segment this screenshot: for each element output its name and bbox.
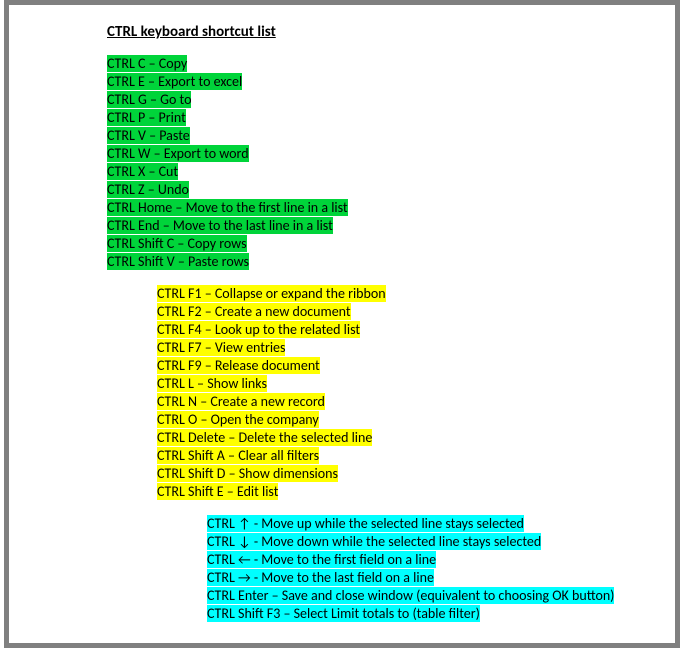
list-item: CTRL L – Show links bbox=[157, 375, 653, 393]
shortcut-group-3: CTRL ↑ - Move up while the selected line… bbox=[207, 515, 653, 623]
shortcut-text: CTRL C – Copy bbox=[107, 55, 187, 72]
shortcut-text: CTRL Shift C – Copy rows bbox=[107, 235, 247, 252]
shortcut-text: CTRL Delete – Delete the selected line bbox=[157, 429, 372, 446]
list-item: CTRL Shift C – Copy rows bbox=[107, 235, 653, 253]
shortcut-text: CTRL Shift D – Show dimensions bbox=[157, 465, 338, 482]
list-item: CTRL Shift F3 – Select Limit totals to (… bbox=[207, 605, 653, 623]
shortcut-text: CTRL End – Move to the last line in a li… bbox=[107, 217, 333, 234]
shortcut-text: CTRL F9 – Release document bbox=[157, 357, 320, 374]
shortcut-text: CTRL F7 – View entries bbox=[157, 339, 285, 356]
shortcut-text: CTRL Shift A – Clear all filters bbox=[157, 447, 319, 464]
shortcut-text: CTRL ← - Move to the first field on a li… bbox=[207, 551, 436, 568]
list-item: CTRL W – Export to word bbox=[107, 145, 653, 163]
shortcut-text: CTRL F2 – Create a new document bbox=[157, 303, 351, 320]
list-item: CTRL G – Go to bbox=[107, 91, 653, 109]
shortcut-text: CTRL Shift F3 – Select Limit totals to (… bbox=[207, 605, 480, 622]
shortcut-text: CTRL O – Open the company bbox=[157, 411, 319, 428]
shortcut-text: CTRL Shift V – Paste rows bbox=[107, 253, 249, 270]
list-item: CTRL X – Cut bbox=[107, 163, 653, 181]
list-item: CTRL F4 – Look up to the related list bbox=[157, 321, 653, 339]
shortcut-text: CTRL V – Paste bbox=[107, 127, 190, 144]
shortcut-list: CTRL C – CopyCTRL E – Export to excelCTR… bbox=[107, 55, 653, 623]
document-frame: CTRL keyboard shortcut list CTRL C – Cop… bbox=[4, 0, 680, 648]
shortcut-text: CTRL X – Cut bbox=[107, 163, 178, 180]
shortcut-text: CTRL E – Export to excel bbox=[107, 73, 242, 90]
list-item: CTRL E – Export to excel bbox=[107, 73, 653, 91]
list-item: CTRL Shift A – Clear all filters bbox=[157, 447, 653, 465]
list-item: CTRL ↑ - Move up while the selected line… bbox=[207, 515, 653, 533]
shortcut-text: CTRL F4 – Look up to the related list bbox=[157, 321, 360, 338]
shortcut-text: CTRL P – Print bbox=[107, 109, 186, 126]
list-item: CTRL ↓ - Move down while the selected li… bbox=[207, 533, 653, 551]
list-item: CTRL Shift V – Paste rows bbox=[107, 253, 653, 271]
list-item: CTRL C – Copy bbox=[107, 55, 653, 73]
shortcut-text: CTRL L – Show links bbox=[157, 375, 267, 392]
list-item: CTRL P – Print bbox=[107, 109, 653, 127]
shortcut-text: CTRL F1 – Collapse or expand the ribbon bbox=[157, 285, 386, 302]
shortcut-group-1: CTRL C – CopyCTRL E – Export to excelCTR… bbox=[107, 55, 653, 271]
list-item: CTRL F7 – View entries bbox=[157, 339, 653, 357]
list-item: CTRL → - Move to the last field on a lin… bbox=[207, 569, 653, 587]
list-item: CTRL F9 – Release document bbox=[157, 357, 653, 375]
list-item: CTRL Home – Move to the first line in a … bbox=[107, 199, 653, 217]
shortcut-text: CTRL Shift E – Edit list bbox=[157, 483, 278, 500]
shortcut-text: CTRL → - Move to the last field on a lin… bbox=[207, 569, 434, 586]
shortcut-text: CTRL Home – Move to the first line in a … bbox=[107, 199, 348, 216]
shortcut-text: CTRL Enter – Save and close window (equi… bbox=[207, 587, 614, 604]
list-item: CTRL F2 – Create a new document bbox=[157, 303, 653, 321]
shortcut-text: CTRL G – Go to bbox=[107, 91, 191, 108]
list-item: CTRL Delete – Delete the selected line bbox=[157, 429, 653, 447]
list-item: CTRL V – Paste bbox=[107, 127, 653, 145]
list-item: CTRL O – Open the company bbox=[157, 411, 653, 429]
shortcut-text: CTRL ↑ - Move up while the selected line… bbox=[207, 515, 524, 532]
shortcut-text: CTRL Z – Undo bbox=[107, 181, 189, 198]
shortcut-group-2: CTRL F1 – Collapse or expand the ribbonC… bbox=[157, 285, 653, 501]
shortcut-text: CTRL W – Export to word bbox=[107, 145, 249, 162]
shortcut-text: CTRL N – Create a new record bbox=[157, 393, 325, 410]
list-item: CTRL Enter – Save and close window (equi… bbox=[207, 587, 653, 605]
list-item: CTRL ← - Move to the first field on a li… bbox=[207, 551, 653, 569]
list-item: CTRL End – Move to the last line in a li… bbox=[107, 217, 653, 235]
list-item: CTRL N – Create a new record bbox=[157, 393, 653, 411]
page-title: CTRL keyboard shortcut list bbox=[107, 23, 653, 41]
list-item: CTRL Z – Undo bbox=[107, 181, 653, 199]
shortcut-text: CTRL ↓ - Move down while the selected li… bbox=[207, 533, 541, 550]
list-item: CTRL Shift E – Edit list bbox=[157, 483, 653, 501]
list-item: CTRL Shift D – Show dimensions bbox=[157, 465, 653, 483]
list-item: CTRL F1 – Collapse or expand the ribbon bbox=[157, 285, 653, 303]
